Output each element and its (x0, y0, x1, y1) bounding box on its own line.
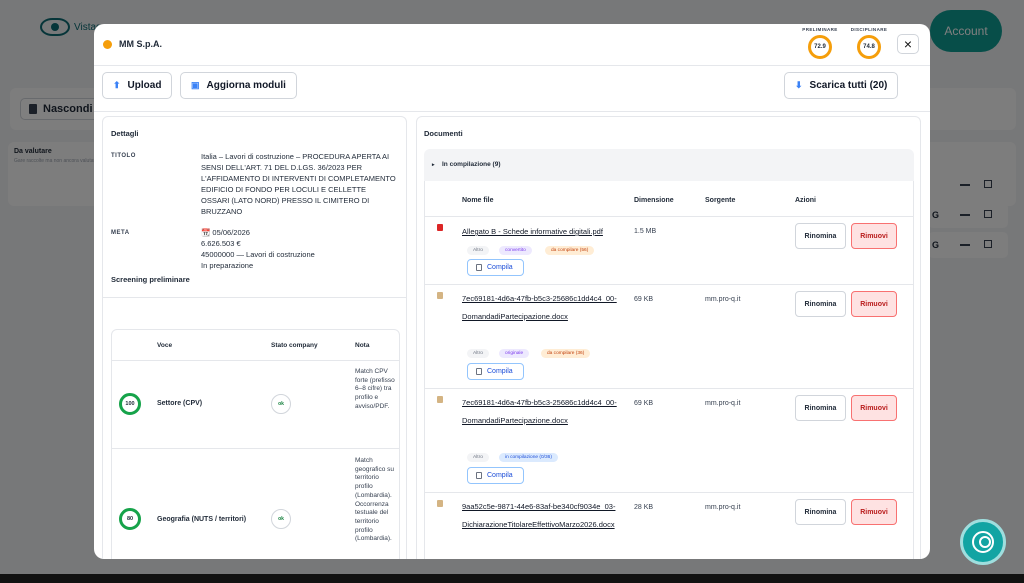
disciplinare-score: 74.8 (857, 35, 881, 59)
col-nome-file: Nome file (462, 197, 494, 204)
screening-table: Voce Stato company Nota 100 Settore (CPV… (111, 329, 400, 559)
meta-amount: 6.626.503 € (201, 239, 241, 248)
file-size: 28 KB (634, 504, 654, 511)
file-source: mm.pro-q.it (705, 504, 741, 511)
meta-label: META (111, 230, 130, 236)
rename-button[interactable]: Rinomina (795, 499, 846, 525)
pdf-file-icon (437, 224, 443, 231)
status-dot (103, 40, 112, 49)
file-name-link[interactable]: Allegato B - Schede informative digitali… (462, 223, 632, 241)
documents-table: Nome file Dimensione Sorgente Azioni All… (424, 181, 914, 559)
details-panel: Dettagli TITOLO Italia – Lavori di costr… (102, 116, 407, 559)
file-source: mm.pro-q.it (705, 296, 741, 303)
col-nota: Nota (355, 342, 370, 349)
file-source: mm.pro-q.it (705, 400, 741, 407)
nota-text: Match geografico su territorio profilo (… (355, 457, 395, 543)
support-agent-icon (972, 531, 994, 553)
col-dimensione: Dimensione (634, 197, 674, 204)
col-stato: Stato company (271, 342, 318, 349)
titolo-value: Italia – Lavori di costruzione – PROCEDU… (201, 152, 396, 216)
preliminare-score: 72.9 (808, 35, 832, 59)
caret-right-icon: ▸ (432, 162, 435, 168)
file-name-link[interactable]: 7ec69181-4d6a-47fb-b5c3-25686c1dd4c4_00-… (462, 394, 632, 429)
voce-label: Geografia (NUTS / territori) (157, 516, 247, 523)
screening-title: Screening preliminare (111, 275, 190, 284)
rename-button[interactable]: Rinomina (795, 291, 846, 317)
documents-panel: Documenti ▸ In compilazione (9) Nome fil… (416, 116, 921, 559)
tag: Altro (467, 453, 489, 462)
nota-text: Match CPV forte (prefisso 6–8 cifre) tra… (355, 368, 395, 410)
file-size: 1.5 MB (634, 228, 657, 235)
remove-button[interactable]: Rimuovi (851, 291, 897, 317)
col-azioni: Azioni (795, 197, 816, 204)
col-voce: Voce (157, 342, 173, 349)
voce-label: Settore (CPV) (157, 400, 203, 407)
docx-file-icon (437, 292, 443, 299)
download-icon: ⬇ (795, 80, 803, 90)
file-name-link[interactable]: 9aa52c5e-9871-44e6-83af-be340cf9034e_03-… (462, 498, 632, 533)
disciplinare-gauge: DISCIPLINARE 74.8 (849, 27, 889, 59)
remove-button[interactable]: Rimuovi (851, 223, 897, 249)
meta-status: In preparazione (201, 261, 254, 270)
tag: convertito (499, 246, 532, 255)
meta-cpv: 45000000 — Lavori di costruzione (201, 250, 315, 259)
titolo-label: TITOLO (111, 153, 136, 159)
modal-header: MM S.p.A. PRELIMINARE 72.9 DISCIPLINARE … (94, 24, 930, 66)
actions-bar: ⬆ Upload ▣ Aggiorna moduli ⬇ Scarica tut… (94, 66, 930, 112)
docx-file-icon (437, 396, 443, 403)
docx-file-icon (437, 500, 443, 507)
meta-date: 📆 05/06/2026 (201, 228, 250, 237)
form-icon (476, 472, 482, 479)
bottom-bar (0, 574, 1024, 583)
company-name: MM S.p.A. (119, 39, 162, 49)
help-button[interactable] (960, 519, 1006, 565)
compile-button[interactable]: Compila (467, 259, 524, 276)
upload-button[interactable]: ⬆ Upload (102, 72, 173, 99)
update-modules-button[interactable]: ▣ Aggiorna moduli (180, 72, 297, 99)
score-ring: 80 (119, 508, 141, 530)
remove-button[interactable]: Rimuovi (851, 499, 897, 525)
refresh-icon: ▣ (191, 80, 200, 90)
company-modal: MM S.p.A. PRELIMINARE 72.9 DISCIPLINARE … (94, 24, 930, 559)
tag: da compilare (56) (545, 246, 595, 255)
download-all-button[interactable]: ⬇ Scarica tutti (20) (784, 72, 899, 99)
tag: Altro (467, 349, 489, 358)
file-size: 69 KB (634, 296, 654, 303)
rename-button[interactable]: Rinomina (795, 395, 846, 421)
tag: originale (499, 349, 530, 358)
upload-icon: ⬆ (113, 80, 121, 90)
close-button[interactable]: × (897, 34, 919, 54)
file-size: 69 KB (634, 400, 654, 407)
compile-button[interactable]: Compila (467, 363, 524, 380)
status-pill: ok (271, 394, 291, 414)
tag: da compilare (36) (541, 349, 591, 358)
group-in-compilazione[interactable]: ▸ In compilazione (9) (424, 149, 914, 181)
status-pill: ok (271, 509, 291, 529)
divider (103, 297, 406, 298)
documents-title: Documenti (424, 129, 463, 138)
compile-button[interactable]: Compila (467, 467, 524, 484)
rename-button[interactable]: Rinomina (795, 223, 846, 249)
tag: in compilazione (0/36) (499, 453, 558, 462)
form-icon (476, 368, 482, 375)
close-icon: × (903, 36, 913, 52)
group-label: In compilazione (9) (442, 161, 501, 168)
tag: Altro (467, 246, 489, 255)
file-name-link[interactable]: 7ec69181-4d6a-47fb-b5c3-25686c1dd4c4_00-… (462, 290, 632, 325)
details-title: Dettagli (111, 129, 139, 138)
score-ring: 100 (119, 393, 141, 415)
col-sorgente: Sorgente (705, 197, 736, 204)
remove-button[interactable]: Rimuovi (851, 395, 897, 421)
preliminare-gauge: PRELIMINARE 72.9 (800, 27, 840, 59)
form-icon (476, 264, 482, 271)
